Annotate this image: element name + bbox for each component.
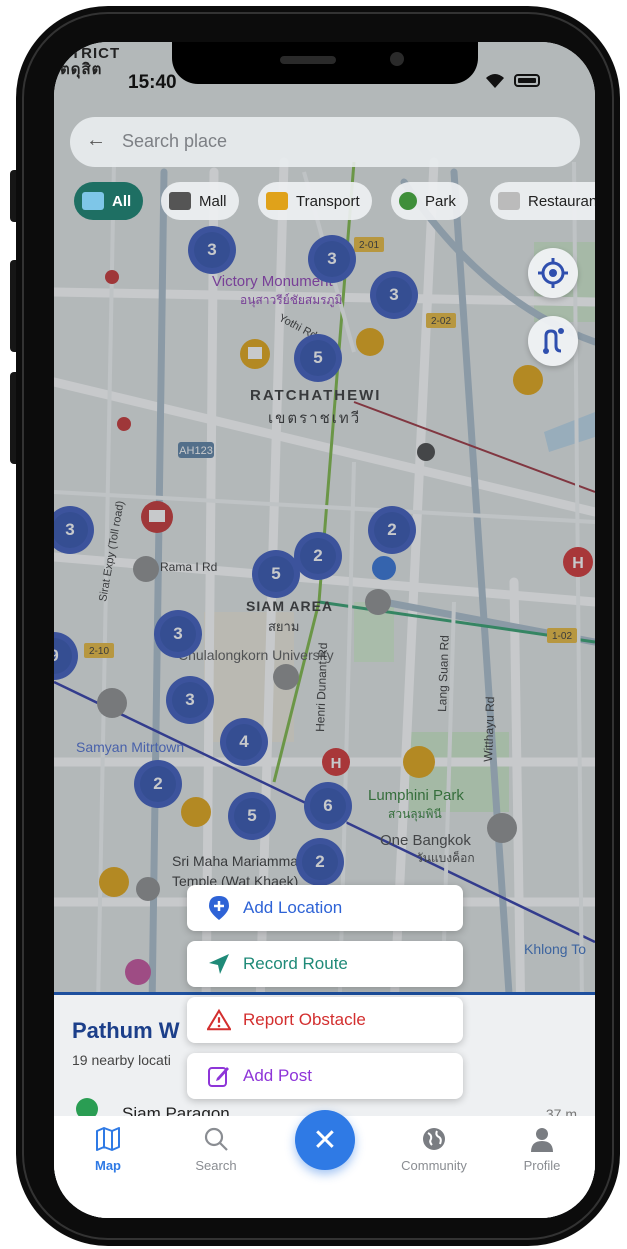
- menu-label: Add Location: [243, 898, 343, 917]
- sheet-subtitle: 19 nearby locati: [72, 1052, 171, 1068]
- chip-park[interactable]: Park: [391, 182, 468, 220]
- navigation-arrow-icon: [207, 952, 231, 976]
- tab-map[interactable]: Map: [68, 1124, 148, 1173]
- close-icon: ✕: [312, 1123, 338, 1157]
- my-location-button[interactable]: [528, 248, 578, 298]
- warning-icon: [207, 1008, 231, 1032]
- battery-icon: [514, 74, 540, 87]
- bus-icon: [266, 192, 288, 210]
- chip-label: Restaurant: [528, 192, 595, 210]
- map-label-district: STRICT ตดุสิต: [60, 45, 121, 78]
- chip-transport[interactable]: Transport: [258, 182, 372, 220]
- add-location-button[interactable]: Add Location: [187, 885, 463, 931]
- tab-search[interactable]: Search: [176, 1124, 256, 1173]
- screen: AH123 2-01 2-02 1-02 2-10 Victory Monume…: [54, 42, 595, 1218]
- tab-label: Search: [195, 1158, 237, 1173]
- phone-frame: AH123 2-01 2-02 1-02 2-10 Victory Monume…: [16, 6, 620, 1246]
- tab-label: Map: [95, 1158, 121, 1173]
- menu-label: Add Post: [243, 1066, 312, 1085]
- dynamic-island: [172, 42, 478, 84]
- crosshair-icon: [538, 258, 568, 288]
- tab-label: Profile: [523, 1158, 561, 1173]
- record-route-button[interactable]: Record Route: [187, 941, 463, 987]
- tree-icon: [399, 192, 417, 210]
- menu-label: Report Obstacle: [243, 1010, 366, 1029]
- mall-icon: [169, 192, 191, 210]
- back-arrow-icon[interactable]: ←: [86, 129, 106, 152]
- chip-mall[interactable]: Mall: [161, 182, 239, 220]
- chip-label: Transport: [296, 192, 360, 210]
- sheet-title: Pathum W: [72, 1018, 180, 1043]
- route-icon: [543, 328, 564, 354]
- menu-label: Record Route: [243, 954, 348, 973]
- edit-post-icon: [207, 1064, 231, 1088]
- search-placeholder: Search place: [122, 131, 228, 151]
- globe-icon: [394, 1124, 474, 1154]
- chip-label: Park: [425, 192, 456, 210]
- restaurant-icon: [498, 192, 520, 210]
- profile-icon: [502, 1124, 582, 1154]
- add-post-button[interactable]: Add Post: [187, 1053, 463, 1099]
- map-icon: [68, 1124, 148, 1154]
- wifi-icon: [484, 72, 506, 95]
- tab-profile[interactable]: Profile: [502, 1124, 582, 1173]
- all-icon: [82, 192, 104, 210]
- chip-all[interactable]: All: [74, 182, 144, 220]
- tab-community[interactable]: Community: [394, 1124, 474, 1173]
- chip-label: Mall: [199, 192, 227, 210]
- chip-label: All: [112, 192, 132, 210]
- route-button[interactable]: [528, 316, 578, 366]
- tab-label: Community: [401, 1158, 467, 1173]
- report-obstacle-button[interactable]: Report Obstacle: [187, 997, 463, 1043]
- search-icon: [176, 1124, 256, 1154]
- close-menu-button[interactable]: ✕: [295, 1110, 355, 1170]
- status-time: 15:40: [128, 72, 177, 93]
- location-plus-icon: [207, 896, 231, 920]
- chip-restaurant[interactable]: Restaurant: [490, 182, 595, 220]
